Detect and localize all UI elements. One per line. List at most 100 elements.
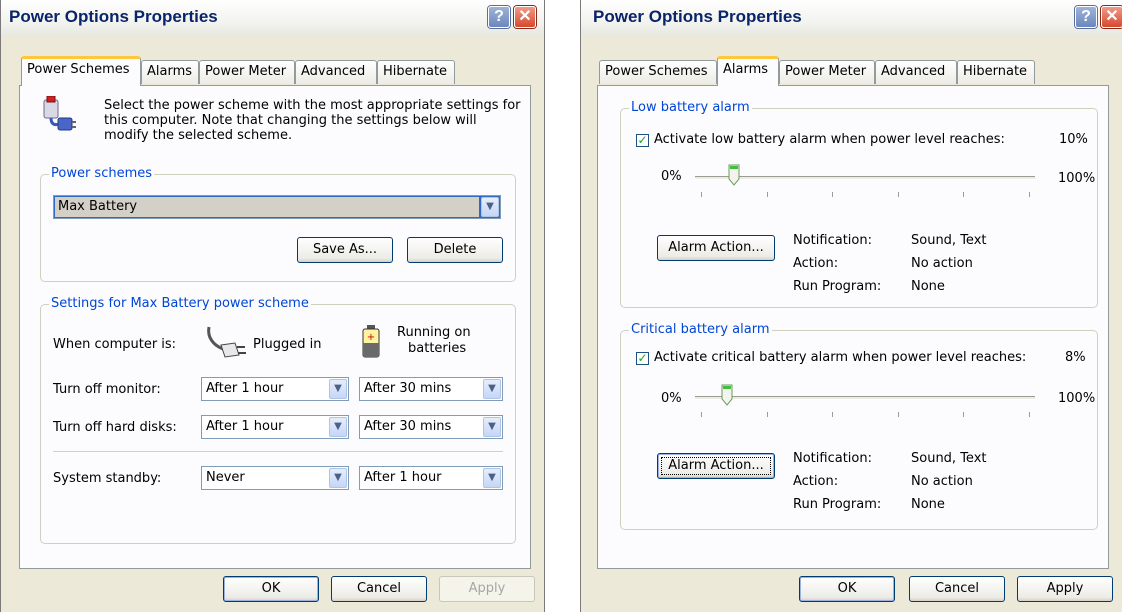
critical-notification-value: Sound, Text <box>911 451 987 466</box>
tab-alarms[interactable]: Alarms <box>141 60 199 84</box>
monitor-battery-value: After 30 mins <box>364 381 452 396</box>
low-battery-checkbox[interactable]: ✓ <box>636 134 649 147</box>
chevron-down-icon[interactable]: ▼ <box>483 468 501 488</box>
standby-battery-select[interactable]: After 1 hour ▼ <box>359 466 503 490</box>
intro-text: Select the power scheme with the most ap… <box>104 98 521 143</box>
hard-disks-battery-select[interactable]: After 30 mins ▼ <box>359 415 503 439</box>
delete-button[interactable]: Delete <box>407 237 503 263</box>
critical-slider-min-label: 0% <box>661 391 682 406</box>
settings-group: Settings for Max Battery power scheme Wh… <box>40 296 516 544</box>
slider-tick <box>898 192 899 197</box>
batteries-label-line2: batteries <box>408 341 467 356</box>
window-title: Power Options Properties <box>9 7 218 26</box>
title-bar[interactable]: Power Options Properties ? ✕ <box>581 0 1122 36</box>
close-icon[interactable]: ✕ <box>1101 6 1122 28</box>
title-bar[interactable]: Power Options Properties ? ✕ <box>1 0 544 36</box>
monitor-plugged-select[interactable]: After 1 hour ▼ <box>201 377 349 401</box>
tab-advanced[interactable]: Advanced <box>295 60 377 84</box>
critical-battery-checkbox[interactable]: ✓ <box>636 352 649 365</box>
chevron-down-icon[interactable]: ▼ <box>483 417 501 437</box>
low-run-program-value: None <box>911 279 945 294</box>
slider-thumb[interactable] <box>728 164 740 186</box>
slider-tick <box>701 192 702 197</box>
low-notification-label: Notification: <box>793 233 872 248</box>
window-title: Power Options Properties <box>593 7 802 26</box>
low-run-program-label: Run Program: <box>793 279 882 294</box>
slider-thumb[interactable] <box>721 384 733 406</box>
low-battery-checkbox-label: Activate low battery alarm when power le… <box>654 132 1005 147</box>
tab-power-schemes[interactable]: Power Schemes <box>21 56 141 86</box>
standby-plugged-select[interactable]: Never ▼ <box>201 466 349 490</box>
power-schemes-group: Power schemes Max Battery ▼ Save As... D… <box>40 166 516 282</box>
power-cord-icon <box>207 326 246 358</box>
chevron-down-icon[interactable]: ▼ <box>483 379 501 399</box>
critical-battery-checkbox-label: Activate critical battery alarm when pow… <box>654 350 1027 365</box>
monitor-plugged-value: After 1 hour <box>206 381 284 396</box>
help-icon[interactable]: ? <box>1075 6 1097 28</box>
slider-tick <box>1029 412 1030 417</box>
critical-run-program-value: None <box>911 497 945 512</box>
critical-notification-label: Notification: <box>793 451 872 466</box>
chevron-down-icon[interactable]: ▼ <box>329 468 347 488</box>
hard-disks-battery-value: After 30 mins <box>364 419 452 434</box>
critical-battery-slider[interactable] <box>695 383 1035 417</box>
low-action-label: Action: <box>793 256 839 271</box>
low-battery-slider[interactable] <box>695 163 1035 197</box>
cancel-button[interactable]: Cancel <box>909 576 1005 602</box>
close-icon[interactable]: ✕ <box>514 6 536 28</box>
critical-alarm-action-button[interactable]: Alarm Action... <box>657 453 775 479</box>
chevron-down-icon[interactable]: ▼ <box>481 197 499 217</box>
divider <box>53 451 503 453</box>
slider-tick <box>701 412 702 417</box>
save-as-button[interactable]: Save As... <box>297 237 393 263</box>
turn-off-hard-disks-label: Turn off hard disks: <box>53 420 177 435</box>
apply-button[interactable]: Apply <box>439 576 535 602</box>
monitor-battery-select[interactable]: After 30 mins ▼ <box>359 377 503 401</box>
low-action-value: No action <box>911 256 973 271</box>
tab-hibernate[interactable]: Hibernate <box>957 60 1035 84</box>
plugged-in-label: Plugged in <box>253 337 322 352</box>
settings-legend: Settings for Max Battery power scheme <box>49 296 311 311</box>
turn-off-monitor-label: Turn off monitor: <box>53 382 161 397</box>
critical-action-label: Action: <box>793 474 839 489</box>
tab-advanced[interactable]: Advanced <box>875 60 957 84</box>
critical-run-program-label: Run Program: <box>793 497 882 512</box>
low-slider-min-label: 0% <box>661 169 682 184</box>
cancel-button[interactable]: Cancel <box>331 576 427 602</box>
help-icon[interactable]: ? <box>488 6 510 28</box>
when-computer-is-label: When computer is: <box>53 337 177 352</box>
low-battery-alarm-group: Low battery alarm ✓ Activate low battery… <box>620 100 1098 308</box>
low-battery-level: 10% <box>1059 132 1088 147</box>
power-schemes-legend: Power schemes <box>49 166 155 181</box>
critical-battery-level: 8% <box>1065 350 1086 365</box>
batteries-label-line1: Running on <box>397 325 471 340</box>
ok-button[interactable]: OK <box>223 576 319 602</box>
low-battery-legend: Low battery alarm <box>629 100 752 115</box>
tab-power-meter[interactable]: Power Meter <box>779 60 875 84</box>
slider-track <box>695 396 1035 400</box>
hard-disks-plugged-select[interactable]: After 1 hour ▼ <box>201 415 349 439</box>
tab-power-meter[interactable]: Power Meter <box>199 60 295 84</box>
slider-tick <box>898 412 899 417</box>
tab-page-alarms: Low battery alarm ✓ Activate low battery… <box>597 85 1109 569</box>
tab-hibernate[interactable]: Hibernate <box>377 60 455 84</box>
chevron-down-icon[interactable]: ▼ <box>329 379 347 399</box>
slider-tick <box>963 192 964 197</box>
low-alarm-action-button[interactable]: Alarm Action... <box>657 235 775 261</box>
critical-action-value: No action <box>911 474 973 489</box>
slider-tick <box>1029 192 1030 197</box>
svg-text:+: + <box>367 332 375 343</box>
tab-alarms[interactable]: Alarms <box>717 56 779 86</box>
focus-rectangle <box>661 457 771 475</box>
slider-tick <box>767 192 768 197</box>
slider-tick <box>832 192 833 197</box>
chevron-down-icon[interactable]: ▼ <box>329 417 347 437</box>
power-scheme-select[interactable]: Max Battery ▼ <box>53 195 501 219</box>
ok-button[interactable]: OK <box>799 576 895 602</box>
system-standby-label: System standby: <box>53 471 162 486</box>
apply-button[interactable]: Apply <box>1017 576 1113 602</box>
slider-tick <box>963 412 964 417</box>
battery-icon: + <box>362 325 380 358</box>
tab-power-schemes[interactable]: Power Schemes <box>599 60 717 84</box>
power-options-window-right: Power Options Properties ? ✕ Power Schem… <box>580 0 1122 612</box>
